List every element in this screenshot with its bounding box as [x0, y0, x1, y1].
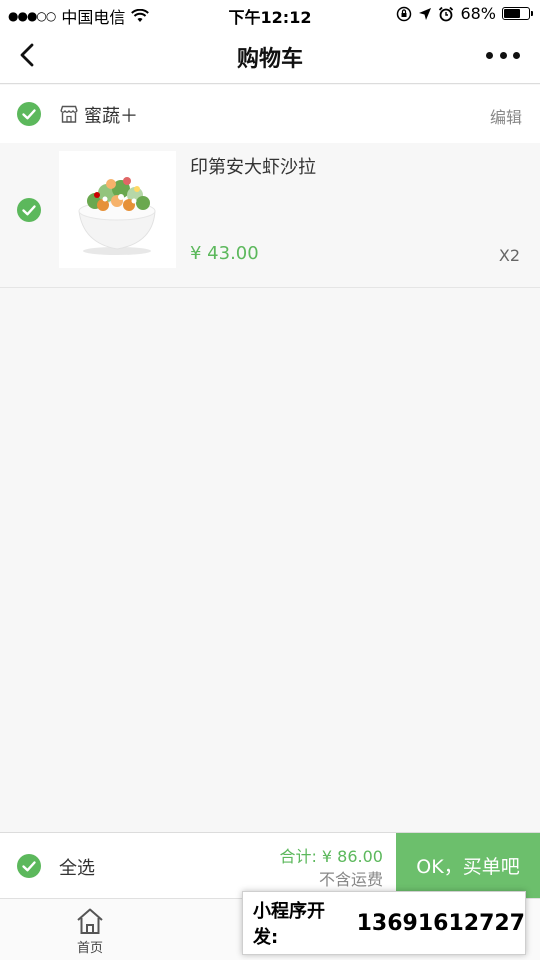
select-all-label[interactable]: 全选	[59, 854, 95, 880]
checkout-bar: 全选 合计: ¥ 86.00 不含运费 OK，买单吧	[0, 832, 540, 898]
battery-fill	[504, 9, 521, 18]
orientation-lock-icon	[397, 6, 412, 21]
battery-icon	[502, 7, 533, 20]
more-dot	[513, 51, 520, 59]
product-image[interactable]	[59, 151, 176, 268]
check-icon	[22, 205, 36, 216]
store-select-checkbox[interactable]	[17, 102, 41, 126]
tab-home-label: 首页	[76, 941, 103, 956]
shipping-note: 不含运费	[318, 870, 383, 889]
more-options-icon[interactable]	[486, 42, 520, 68]
more-dot	[499, 51, 507, 59]
store-name[interactable]: 蜜蔬＋	[84, 102, 138, 128]
divider	[0, 287, 540, 288]
cart-item: 印第安大虾沙拉 ¥ 43.00 X2	[0, 143, 540, 273]
store-header: 蜜蔬＋ 编辑	[0, 85, 540, 143]
item-select-checkbox[interactable]	[17, 198, 41, 222]
product-name[interactable]: 印第安大虾沙拉	[190, 153, 316, 179]
tab-home[interactable]: 首页	[60, 905, 120, 960]
more-dot	[486, 51, 493, 59]
home-icon	[77, 908, 103, 934]
status-right: 68%	[396, 4, 533, 23]
total-price: 合计: ¥ 86.00	[279, 847, 383, 866]
select-all-checkbox[interactable]	[17, 854, 41, 878]
promo-watermark: 小程序开发: 13691612727	[242, 891, 526, 955]
edit-button[interactable]: 编辑	[490, 104, 522, 128]
page-title: 购物车	[236, 47, 303, 72]
alarm-icon	[439, 6, 454, 21]
status-bar: ●●●○○ 中国电信 下午12:12 68%	[0, 0, 540, 28]
nav-bar: 购物车	[0, 28, 540, 84]
salad-bowl-image	[78, 177, 156, 255]
promo-phone: 13691612727	[356, 910, 525, 936]
check-icon	[22, 861, 36, 872]
promo-label: 小程序开发:	[253, 901, 325, 948]
battery-percent: 68%	[460, 4, 496, 23]
checkout-button[interactable]: OK，买单吧	[396, 833, 540, 898]
product-price: ¥ 43.00	[190, 243, 259, 264]
store-icon	[60, 105, 78, 123]
location-arrow-icon	[419, 7, 432, 20]
product-quantity: X2	[498, 246, 520, 265]
check-icon	[22, 109, 36, 120]
